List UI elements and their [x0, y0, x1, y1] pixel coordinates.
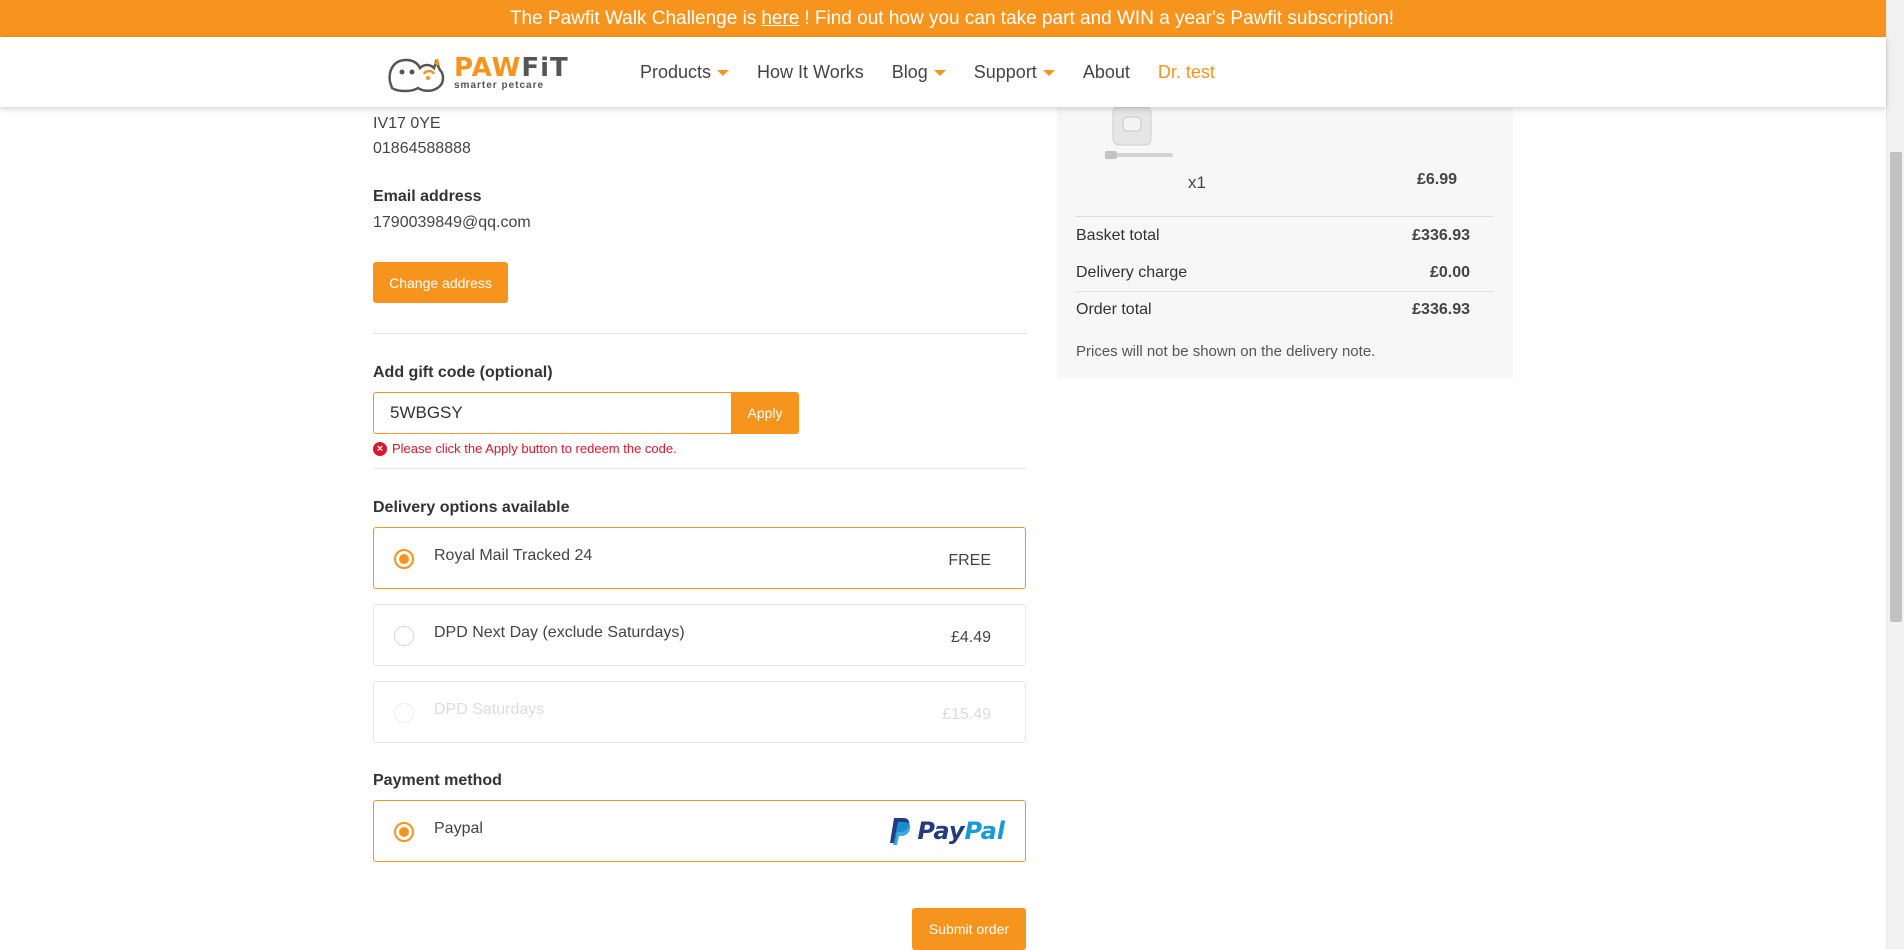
- caret-down-icon: [933, 70, 946, 76]
- gift-code-error-text: Please click the Apply button to redeem …: [392, 441, 677, 456]
- site-header: PAWFiT smarter petcare Products How It W…: [0, 37, 1886, 107]
- divider: [373, 468, 1027, 469]
- radio-selected[interactable]: [394, 549, 414, 569]
- delivery-note-info: Prices will not be shown on the delivery…: [1076, 343, 1376, 360]
- pawfit-logo[interactable]: PAWFiT smarter petcare: [384, 51, 569, 95]
- logo-tagline: smarter petcare: [454, 80, 545, 91]
- radio-disabled: [394, 703, 414, 723]
- caret-down-icon: [1042, 70, 1055, 76]
- change-address-button[interactable]: Change address: [373, 262, 508, 303]
- order-total-value: £336.93: [1412, 301, 1470, 318]
- item-quantity: x1: [1188, 173, 1206, 192]
- delivery-charge-row: Delivery charge £0.00: [1076, 264, 1470, 281]
- banner-text-after: ! Find out how you can take part and WIN…: [804, 7, 1395, 29]
- delivery-option-royal-mail[interactable]: Royal Mail Tracked 24 FREE: [373, 527, 1026, 589]
- paypal-p-icon: [890, 818, 911, 845]
- delivery-charge-value: £0.00: [1429, 264, 1470, 281]
- dog-cat-logo-icon: [388, 58, 445, 93]
- nav-blog[interactable]: Blog: [892, 62, 946, 83]
- nav-products[interactable]: Products: [640, 62, 730, 83]
- order-summary: x1 £6.99 Basket total £336.93 Delivery c…: [1057, 107, 1513, 379]
- banner-link[interactable]: here: [761, 8, 799, 30]
- basket-total-row: Basket total £336.93: [1076, 227, 1470, 244]
- banner-text-before: The Pawfit Walk Challenge is: [509, 7, 757, 29]
- submit-order-button[interactable]: Submit order: [912, 908, 1026, 950]
- delivery-option-price: £4.49: [950, 629, 991, 646]
- item-price: £6.99: [1416, 171, 1457, 188]
- promo-banner: The Pawfit Walk Challenge is here ! Find…: [0, 0, 1904, 37]
- divider: [373, 333, 1027, 334]
- nav-how-it-works[interactable]: How It Works: [757, 62, 864, 83]
- delivery-option-price: £15.49: [942, 706, 991, 723]
- nav-user-account[interactable]: Dr. test: [1158, 62, 1215, 83]
- logo-wordmark: PAWFiT: [454, 53, 569, 83]
- product-image: [1105, 107, 1173, 159]
- gift-code-error: × Please click the Apply button to redee…: [373, 441, 677, 456]
- delivery-options-label: Delivery options available: [373, 499, 570, 516]
- payment-option-name: Paypal: [434, 820, 483, 837]
- gift-code-row: Apply: [373, 392, 799, 434]
- scrollbar-thumb[interactable]: [1890, 152, 1902, 622]
- delivery-option-price: FREE: [948, 552, 991, 569]
- divider: [1076, 216, 1493, 217]
- email-value: 1790039849@qq.com: [373, 214, 531, 231]
- payment-option-paypal[interactable]: Paypal PayPal: [373, 800, 1026, 862]
- payment-method-label: Payment method: [373, 772, 502, 789]
- page-scrollbar[interactable]: [1886, 0, 1904, 949]
- basket-total-value: £336.93: [1412, 227, 1470, 244]
- apply-gift-code-button[interactable]: Apply: [731, 392, 799, 434]
- error-icon: ×: [373, 441, 387, 456]
- delivery-option-name: Royal Mail Tracked 24: [434, 547, 593, 564]
- order-total-row: Order total £336.93: [1076, 301, 1470, 318]
- divider: [1076, 291, 1493, 292]
- nav-about[interactable]: About: [1083, 62, 1130, 83]
- address-phone: 01864588888: [373, 140, 471, 157]
- radio-unselected[interactable]: [394, 626, 414, 646]
- gift-code-label: Add gift code (optional): [373, 364, 553, 381]
- nav-support[interactable]: Support: [974, 62, 1055, 83]
- gift-code-input[interactable]: [373, 392, 731, 434]
- delivery-option-dpd-next-day[interactable]: DPD Next Day (exclude Saturdays) £4.49: [373, 604, 1026, 666]
- email-label: Email address: [373, 188, 482, 205]
- main-nav: Products How It Works Blog Support About…: [640, 37, 1243, 107]
- delivery-option-name: DPD Saturdays: [434, 701, 545, 718]
- address-postcode: IV17 0YE: [373, 115, 441, 132]
- delivery-option-dpd-saturdays: DPD Saturdays £15.49: [373, 681, 1026, 743]
- paypal-logo: PayPal: [889, 816, 1005, 846]
- paypal-wordmark: PayPal: [917, 817, 1005, 845]
- delivery-option-name: DPD Next Day (exclude Saturdays): [434, 624, 685, 641]
- radio-selected[interactable]: [394, 822, 414, 842]
- caret-down-icon: [717, 70, 730, 76]
